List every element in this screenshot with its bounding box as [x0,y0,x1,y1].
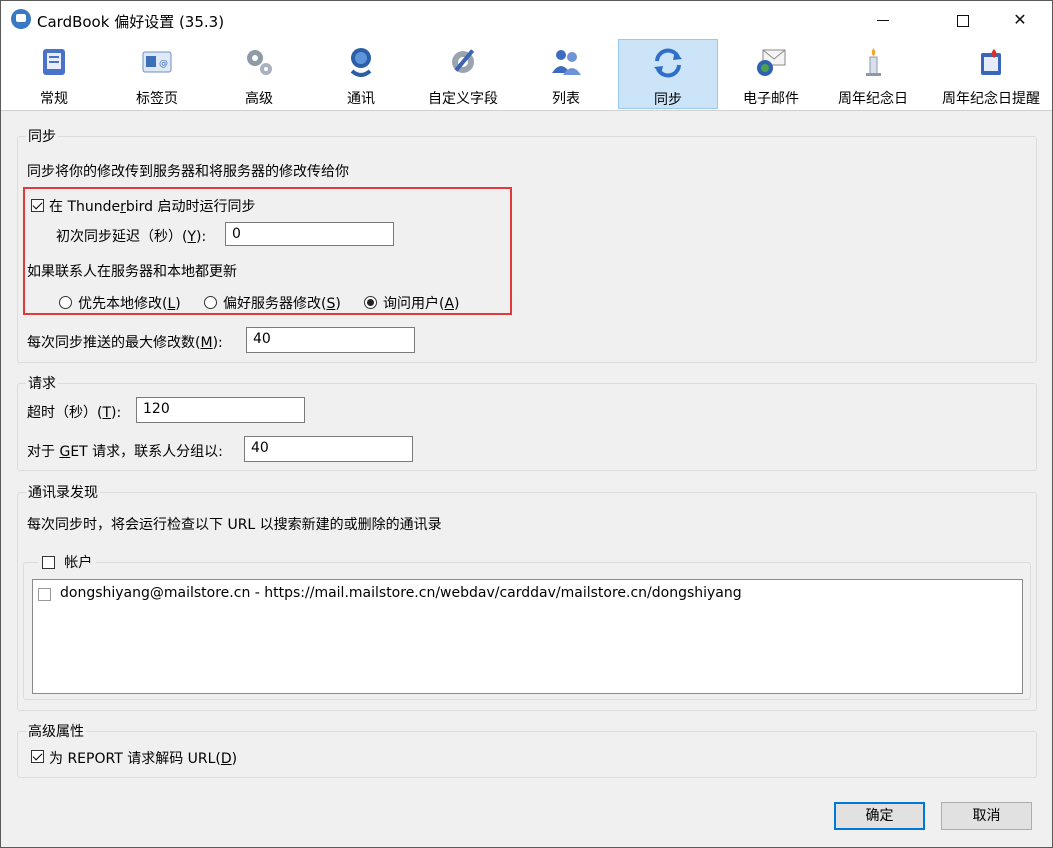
id-card-icon: @ [142,51,172,73]
max-mods-input[interactable]: 40 [246,327,415,353]
accounts-label: 帐户 [64,555,93,571]
tab-label: 常规 [40,91,68,107]
request-section-legend: 请求 [28,376,56,392]
preferences-window: CardBook 偏好设置 (35.3) ✕ 常规 @ 标签页 高级 通讯 自定… [0,0,1053,848]
sync-on-startup-label[interactable]: 在 Thunderbird 启动时运行同步 [49,196,256,216]
tab-label: 周年纪念日提醒 [942,91,1040,107]
decode-url-checkbox[interactable] [31,750,44,763]
prefer-local-radio[interactable] [59,296,72,309]
sync-description: 同步将你的修改传到服务器和将服务器的修改传给你 [27,164,349,180]
discovery-section-legend: 通讯录发现 [28,485,98,501]
discovery-description: 每次同步时，将会运行检查以下 URL 以搜索新建的或删除的通讯录 [27,517,442,533]
accounts-list: dongshiyang@mailstore.cn - https://mail.… [32,579,1023,694]
tab-label: 同步 [654,92,682,108]
maximize-icon [957,14,969,27]
minimize-button[interactable] [858,1,908,39]
envelope-globe-icon [757,49,786,76]
advanced-section-legend: 高级属性 [28,724,84,740]
maximize-button[interactable] [938,1,988,39]
tab-tabs[interactable]: @ 标签页 [107,39,207,109]
tab-custom-fields[interactable]: 自定义字段 [413,39,513,109]
gear-pen-icon [452,49,475,73]
sync-arrows-icon [654,48,682,78]
close-button[interactable]: ✕ [995,1,1045,39]
timeout-input[interactable]: 120 [136,397,305,423]
cancel-button[interactable]: 取消 [941,802,1032,830]
initial-delay-label: 初次同步延迟（秒）(Y): [56,229,207,245]
tab-anniversaries[interactable]: 周年纪念日 [823,39,923,109]
tab-label: 电子邮件 [743,91,799,107]
tab-label: 周年纪念日 [838,91,908,107]
preferences-toolbar: 常规 @ 标签页 高级 通讯 自定义字段 列表 同步 电子邮件 周年纪念日 周年… [1,39,1052,111]
tab-label: 高级 [245,91,273,107]
tab-label: 列表 [552,91,580,107]
candle-icon [866,48,881,76]
prefer-local-label[interactable]: 优先本地修改(L) [78,293,181,313]
tab-label: 通讯 [347,91,375,107]
cardbook-app-icon [11,9,31,29]
globe-phone-icon [350,48,372,77]
tab-label: 标签页 [136,91,178,107]
title-bar: CardBook 偏好设置 (35.3) ✕ [1,1,1052,39]
tab-sync[interactable]: 同步 [618,39,718,109]
tab-label: 自定义字段 [428,91,498,107]
sync-on-startup-checkbox[interactable] [31,199,44,212]
tab-advanced[interactable]: 高级 [209,39,309,109]
decode-url-label[interactable]: 为 REPORT 请求解码 URL(D) [49,748,237,768]
tab-email[interactable]: 电子邮件 [721,39,821,109]
window-title: CardBook 偏好设置 (35.3) [37,13,225,31]
minimize-icon [877,20,889,21]
ask-user-label[interactable]: 询问用户(A) [383,293,460,313]
ok-button[interactable]: 确定 [834,802,925,830]
gears-icon [247,50,272,75]
initial-delay-input[interactable]: 0 [225,222,394,246]
tab-communication[interactable]: 通讯 [311,39,411,109]
ask-user-radio[interactable] [364,296,377,309]
account-checkbox[interactable] [38,588,51,601]
tab-general[interactable]: 常规 [4,39,104,109]
conflict-label: 如果联系人在服务器和本地都更新 [27,264,237,280]
prefer-server-label[interactable]: 偏好服务器修改(S) [223,293,341,313]
general-icon [43,49,65,75]
svg-text:@: @ [159,59,168,69]
prefer-server-radio[interactable] [204,296,217,309]
tab-list[interactable]: 列表 [516,39,616,109]
people-icon [552,50,581,75]
timeout-label: 超时（秒）(T): [27,405,122,421]
accounts-select-all-checkbox[interactable] [42,556,55,569]
get-group-input[interactable]: 40 [244,436,413,462]
sync-section-legend: 同步 [28,129,56,145]
account-item[interactable]: dongshiyang@mailstore.cn - https://mail.… [60,585,742,601]
max-mods-label: 每次同步推送的最大修改数(M): [27,335,223,351]
close-icon: ✕ [1013,10,1027,29]
tab-anniversary-reminders[interactable]: 周年纪念日提醒 [940,39,1042,109]
get-group-label: 对于 GET 请求，联系人分组以: [27,444,223,460]
reminder-icon [981,49,1001,75]
